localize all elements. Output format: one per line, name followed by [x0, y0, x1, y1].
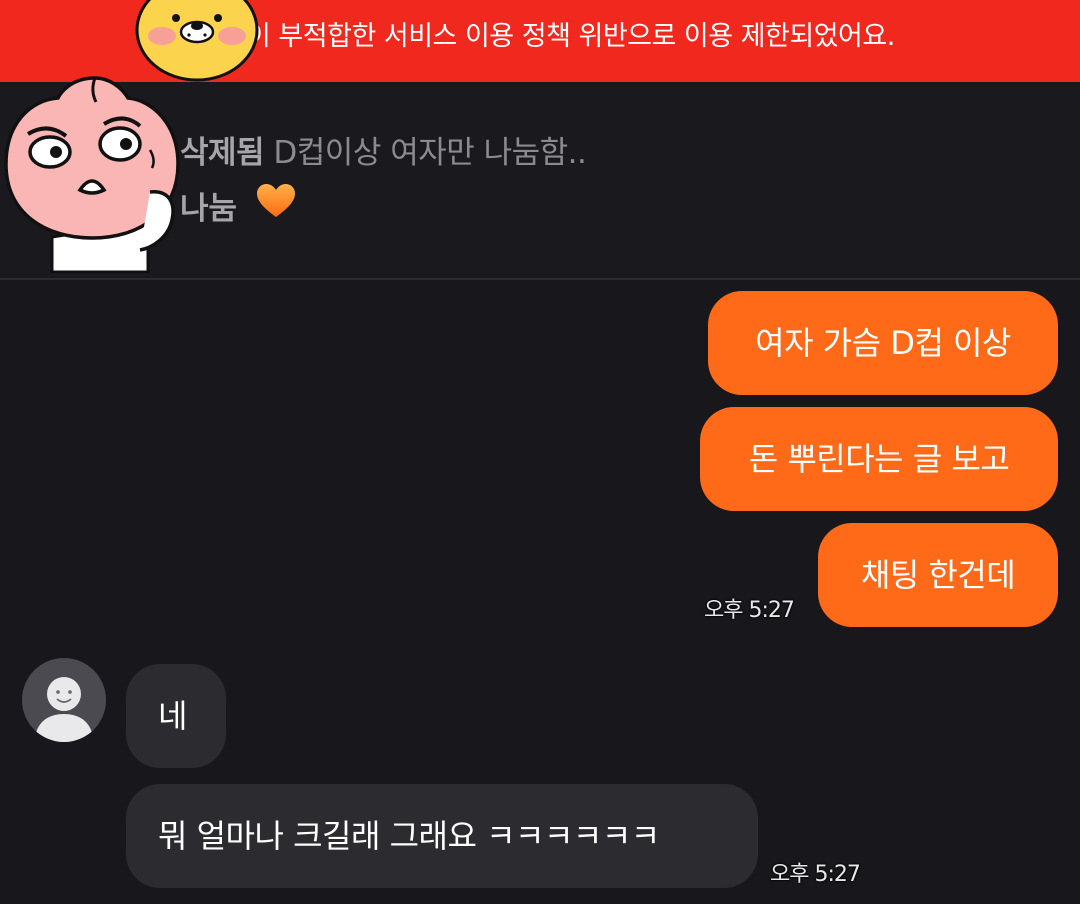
my-message-bubble[interactable]: 돈 뿌린다는 글 보고 — [700, 407, 1058, 511]
restriction-banner-text: 이 부적합한 서비스 이용 정책 위반으로 이용 제한되었어요. — [246, 21, 895, 52]
my-message-bubble[interactable]: 채팅 한건데 — [818, 523, 1058, 627]
my-message-bubble[interactable]: 여자 가슴 D컵 이상 — [708, 291, 1058, 395]
avatar[interactable] — [22, 658, 106, 742]
listing-status: 삭제됨 — [180, 135, 265, 171]
message-timestamp: 오후 5:27 — [704, 598, 795, 623]
orange-heart-icon — [256, 183, 296, 232]
default-profile-icon — [34, 677, 94, 742]
listing-title: D컵이상 여자만 나눔함.. — [273, 135, 587, 171]
listing-type-row: 나눔 — [180, 183, 296, 232]
listing-title-row: 삭제됨 D컵이상 여자만 나눔함.. — [180, 130, 587, 176]
chat-screen: 이 부적합한 서비스 이용 정책 위반으로 이용 제한되었어요. 삭제됨 D컵이… — [0, 0, 1080, 904]
listing-divider — [0, 278, 1080, 280]
other-message-bubble[interactable]: 네 — [126, 664, 226, 768]
message-timestamp: 오후 5:27 — [770, 862, 861, 887]
other-message-bubble[interactable]: 뭐 얼마나 크길래 그래요 ㅋㅋㅋㅋㅋㅋ — [126, 784, 758, 888]
peach-sticker-icon — [0, 72, 190, 277]
